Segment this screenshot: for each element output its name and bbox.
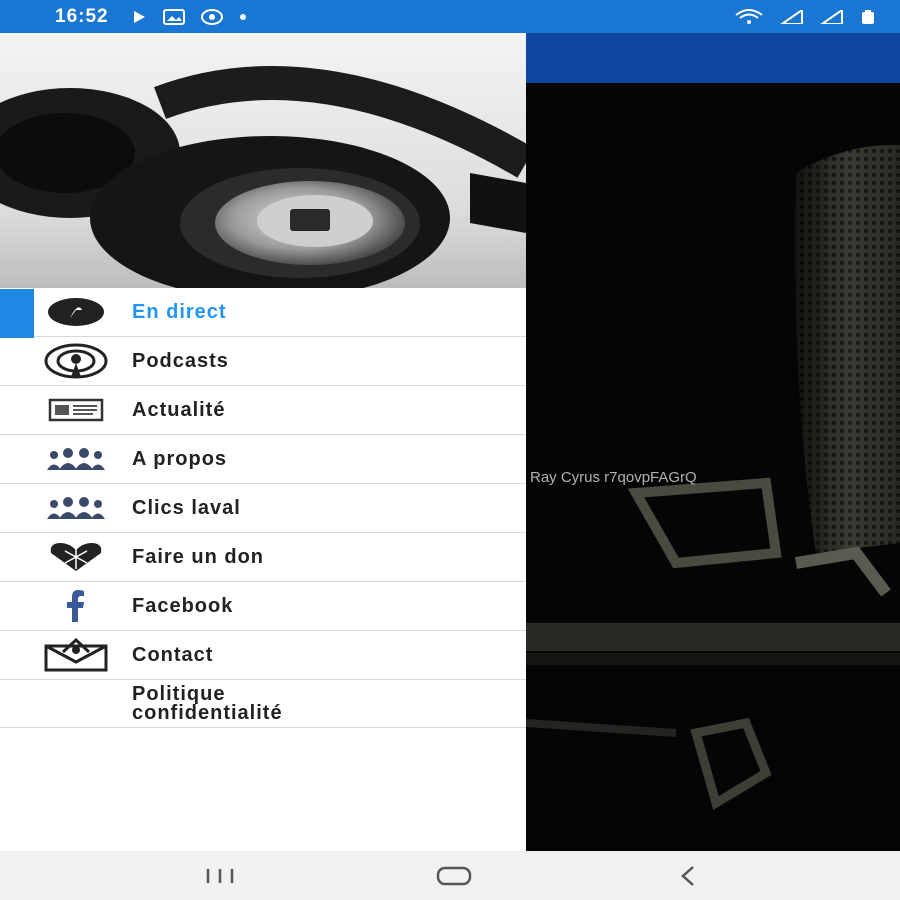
- menu-item-actualite[interactable]: Actualité: [0, 386, 526, 435]
- people-icon: [40, 437, 112, 481]
- live-icon: [40, 290, 112, 334]
- status-bar: 16:52: [0, 0, 900, 33]
- menu-item-a-propos[interactable]: A propos: [0, 435, 526, 484]
- heart-icon: [40, 535, 112, 579]
- clock: 16:52: [55, 5, 109, 27]
- signal-icon: [820, 9, 844, 24]
- microphone-image: [526, 83, 900, 851]
- system-icons: [734, 8, 876, 25]
- gallery-icon: [162, 8, 185, 25]
- main-content: Ray Cyrus r7qovpFAGrQ: [526, 33, 900, 851]
- news-icon: [40, 388, 112, 432]
- battery-icon: [860, 9, 876, 25]
- back-icon: [681, 865, 694, 886]
- facebook-icon: [40, 584, 112, 628]
- notification-icons: [131, 8, 247, 25]
- navigation-drawer: En direct Podcasts Actualité A propos Cl: [0, 33, 526, 851]
- recents-icon: [206, 868, 234, 883]
- menu-item-label: Actualité: [132, 398, 226, 421]
- menu-item-politique-confidentialite[interactable]: Politique confidentialité: [0, 680, 526, 728]
- menu-item-clics-laval[interactable]: Clics laval: [0, 484, 526, 533]
- menu-item-label: A propos: [132, 447, 228, 470]
- drawer-header: [0, 33, 526, 288]
- menu-item-label: Clics laval: [132, 496, 241, 519]
- menu-item-podcasts[interactable]: Podcasts: [0, 337, 526, 386]
- headphones-image: [0, 66, 526, 288]
- signal-icon: [780, 9, 804, 24]
- menu-item-en-direct[interactable]: En direct: [0, 288, 526, 338]
- now-playing-title: Ray Cyrus r7qovpFAGrQ: [530, 469, 697, 486]
- menu-item-label: En direct: [132, 300, 227, 323]
- system-nav-bar: [0, 851, 900, 900]
- menu-item-contact[interactable]: Contact: [0, 631, 526, 680]
- menu-item-label: Facebook: [132, 594, 234, 617]
- people-icon: [40, 486, 112, 530]
- active-indicator: [0, 289, 34, 338]
- home-button[interactable]: [414, 851, 494, 900]
- vpn-icon: [200, 8, 223, 25]
- play-icon: [131, 9, 147, 25]
- podcast-icon: [40, 339, 112, 383]
- recents-button[interactable]: [180, 851, 260, 900]
- menu-item-facebook[interactable]: Facebook: [0, 582, 526, 631]
- dot-icon: [239, 13, 247, 21]
- menu-item-label: Contact: [132, 643, 214, 666]
- menu-item-label: Podcasts: [132, 349, 229, 372]
- drawer-menu: En direct Podcasts Actualité A propos Cl: [0, 288, 526, 728]
- mail-icon: [40, 633, 112, 677]
- back-button[interactable]: [648, 851, 728, 900]
- menu-item-label: Politique confidentialité: [132, 682, 283, 724]
- home-icon: [436, 866, 472, 885]
- wifi-icon: [734, 8, 764, 25]
- menu-item-label: Faire un don: [132, 545, 264, 568]
- app-toolbar: [526, 33, 900, 83]
- menu-item-faire-un-don[interactable]: Faire un don: [0, 533, 526, 582]
